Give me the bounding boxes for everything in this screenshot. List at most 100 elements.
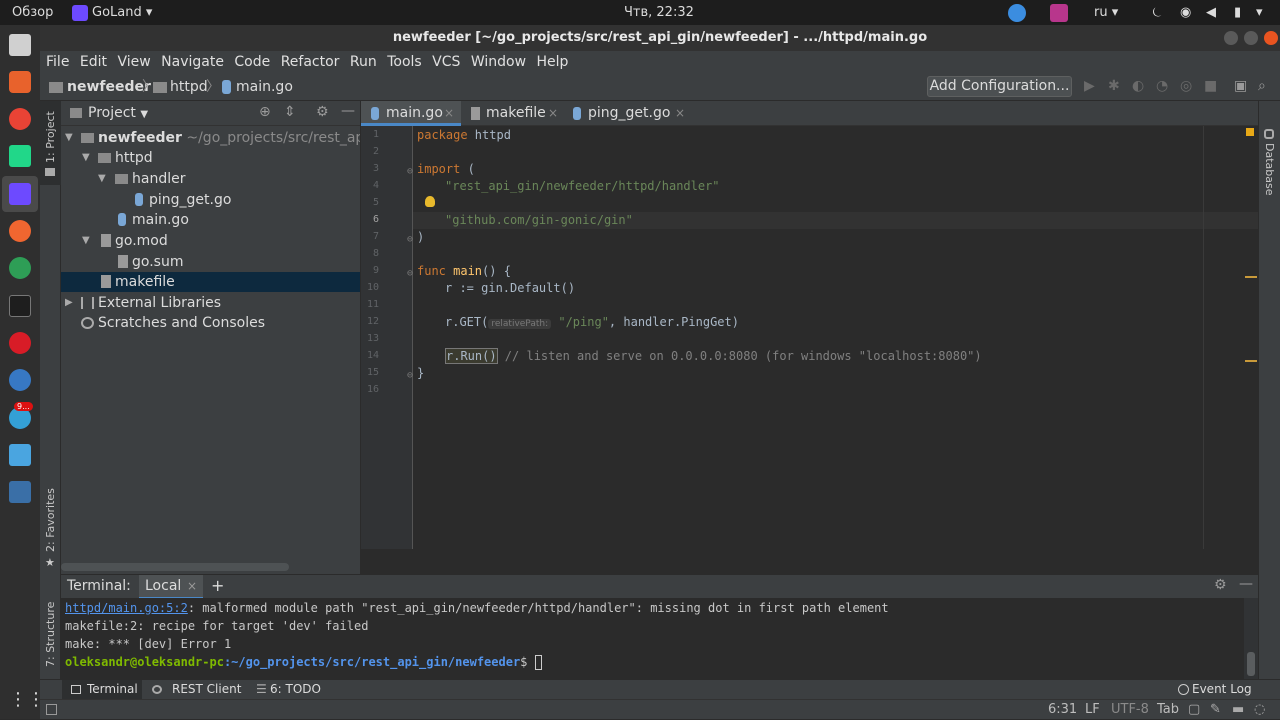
jetbrains-toolbox-icon[interactable] [1050, 4, 1068, 22]
run-icon[interactable]: ▶ [1084, 78, 1095, 94]
tree-item-go-mod[interactable]: ▼ go.mod [61, 231, 360, 251]
analysis-status-icon[interactable] [1246, 128, 1254, 136]
terminal-output[interactable]: httpd/main.go:5:2: malformed module path… [61, 598, 1258, 679]
breadcrumb-project[interactable]: newfeeder [67, 73, 151, 101]
system-menu-chevron-icon[interactable]: ▾ [1256, 0, 1263, 25]
debug-icon[interactable]: ✱ [1108, 78, 1120, 94]
tab-main-go[interactable]: main.go × [361, 101, 461, 126]
hide-panel-icon[interactable]: — [341, 103, 355, 119]
menu-code[interactable]: Code [234, 51, 270, 73]
minimize-icon[interactable] [1224, 31, 1238, 45]
collapse-all-icon[interactable]: ⇕ [284, 104, 296, 120]
tree-item-main-go[interactable]: main.go [61, 210, 360, 230]
file-encoding[interactable]: UTF-8 [1111, 700, 1149, 720]
menu-edit[interactable]: Edit [80, 51, 107, 73]
gear-icon[interactable]: ⚙ [316, 104, 329, 120]
terminal-icon[interactable] [9, 295, 31, 317]
scrollbar-thumb[interactable] [1247, 652, 1255, 676]
menu-file[interactable]: File [46, 51, 69, 73]
breadcrumb-folder[interactable]: httpd [170, 73, 208, 101]
clock[interactable]: Чтв, 22:32 [624, 0, 694, 25]
search-icon[interactable]: ⌕ [1258, 78, 1266, 94]
line-separator[interactable]: LF [1085, 700, 1100, 720]
menu-window[interactable]: Window [471, 51, 526, 73]
tab-ping-get-go[interactable]: ping_get.go × [565, 101, 695, 126]
battery-icon[interactable]: ▮ [1234, 0, 1241, 25]
stop-icon[interactable]: ■ [1204, 78, 1217, 94]
terminal-tab-local[interactable]: Local × [139, 575, 203, 599]
tree-item-makefile[interactable]: makefile [61, 272, 360, 292]
todo-tool-button[interactable]: ☰ 6: TODO [252, 680, 322, 700]
caret-position[interactable]: 6:31 [1048, 700, 1077, 720]
lightbulb-icon[interactable] [425, 196, 435, 207]
tree-item-ping-get-go[interactable]: ping_get.go [61, 190, 360, 210]
gear-icon[interactable]: ⚙ [1214, 577, 1227, 593]
close-window-icon[interactable] [1264, 31, 1278, 45]
inspection-icon[interactable]: ✎ [1210, 700, 1221, 720]
code-editor[interactable]: package httpd import ( "rest_api_gin/new… [413, 126, 1258, 549]
warning-marker[interactable] [1245, 360, 1257, 362]
file-manager-icon[interactable] [9, 34, 31, 56]
indent-setting[interactable]: Tab [1157, 700, 1179, 720]
postman-icon[interactable] [9, 220, 31, 242]
keyboard-layout[interactable]: ru ▾ [1094, 0, 1118, 25]
coverage-icon[interactable]: ◐ [1132, 78, 1144, 94]
warning-marker[interactable] [1245, 276, 1257, 278]
profile-icon[interactable]: ◔ [1156, 78, 1168, 94]
terminal-tool-button[interactable]: Terminal [62, 680, 142, 700]
notifications-icon[interactable]: ◌ [1254, 700, 1265, 720]
tree-item-newfeeder[interactable]: ▼ newfeeder ~/go_projects/src/rest_api_g [61, 128, 360, 148]
chrome-indicator-icon[interactable] [1008, 4, 1026, 22]
menu-navigate[interactable]: Navigate [161, 51, 224, 73]
app-menu[interactable]: GoLand ▾ [72, 0, 152, 25]
wifi-icon[interactable]: ◉ [1180, 0, 1191, 25]
tab-makefile[interactable]: makefile × [461, 101, 565, 126]
volume-icon[interactable]: ◀ [1206, 0, 1216, 25]
menu-refactor[interactable]: Refactor [281, 51, 340, 73]
locate-icon[interactable]: ⊕ [259, 104, 271, 120]
terminal-scrollbar[interactable] [1244, 598, 1258, 679]
show-apps-icon[interactable]: ⋮⋮ [9, 689, 45, 711]
tree-item-external-libraries[interactable]: ▶ External Libraries [61, 293, 360, 313]
close-tab-icon[interactable]: × [187, 575, 197, 597]
chrome-icon[interactable] [9, 108, 31, 130]
tree-item-handler[interactable]: ▼ handler [61, 169, 360, 189]
night-light-icon[interactable]: ⏾ [1152, 0, 1162, 25]
toggle-tool-windows-icon[interactable] [46, 704, 57, 715]
postgres-icon[interactable] [9, 481, 31, 503]
tree-item-go-sum[interactable]: go.sum [61, 252, 360, 272]
menu-view[interactable]: View [117, 51, 150, 73]
menu-help[interactable]: Help [537, 51, 569, 73]
favorites-tool-tab[interactable]: 2: Favorites [44, 488, 57, 552]
layout-icon[interactable]: ▣ [1234, 78, 1247, 94]
database-tool-tab[interactable]: Database [1259, 125, 1280, 196]
new-terminal-button[interactable]: + [211, 575, 224, 597]
activities-button[interactable]: Обзор [12, 0, 53, 25]
maximize-icon[interactable] [1244, 31, 1258, 45]
event-log-button[interactable]: Event Log [1176, 680, 1266, 700]
close-tab-icon[interactable]: × [675, 101, 685, 126]
close-tab-icon[interactable]: × [548, 101, 558, 126]
structure-tool-tab[interactable]: 7: Structure [44, 602, 57, 667]
tree-item-httpd[interactable]: ▼ httpd [61, 148, 360, 168]
attach-icon[interactable]: ◎ [1180, 78, 1192, 94]
project-tool-tab[interactable]: 1: Project [40, 101, 61, 185]
robo3t-icon[interactable] [9, 257, 31, 279]
menu-tools[interactable]: Tools [387, 51, 422, 73]
menu-vcs[interactable]: VCS [432, 51, 460, 73]
software-center-icon[interactable] [9, 71, 31, 93]
hide-panel-icon[interactable]: — [1239, 576, 1253, 592]
close-tab-icon[interactable]: × [444, 101, 454, 126]
pycharm-icon[interactable] [9, 145, 31, 167]
lock-icon[interactable]: ▢ [1188, 700, 1200, 720]
help-icon[interactable] [9, 369, 31, 391]
tree-item-scratches[interactable]: Scratches and Consoles [61, 313, 360, 333]
error-location-link[interactable]: httpd/main.go:5:2 [65, 601, 188, 615]
project-view-selector[interactable]: Project ▼ [88, 101, 148, 127]
menu-run[interactable]: Run [350, 51, 377, 73]
horizontal-scrollbar[interactable] [61, 563, 289, 571]
memory-indicator-icon[interactable]: ▬ [1232, 700, 1244, 720]
add-configuration-button[interactable]: Add Configuration... [927, 76, 1072, 97]
breadcrumb-file[interactable]: main.go [236, 73, 293, 101]
opera-icon[interactable] [9, 332, 31, 354]
